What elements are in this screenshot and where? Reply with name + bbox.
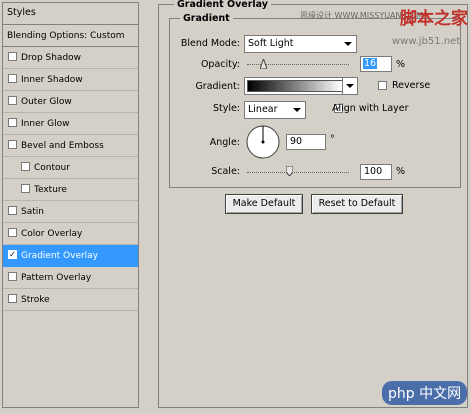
scale-slider-track[interactable] — [247, 172, 349, 173]
checkbox[interactable]: ✓ — [8, 250, 17, 259]
styles-header[interactable]: Styles — [3, 3, 138, 25]
angle-input[interactable]: 90 — [286, 134, 326, 150]
blend-mode-dropdown[interactable]: Soft Light — [244, 35, 357, 53]
sidebar-item-label: Inner Glow — [21, 119, 70, 129]
gradient-swatch[interactable] — [247, 80, 343, 92]
chevron-down-icon — [346, 84, 354, 88]
sidebar-item-gradient-overlay[interactable]: ✓ Gradient Overlay — [3, 245, 138, 267]
make-default-button[interactable]: Make Default — [225, 194, 303, 214]
checkbox[interactable] — [8, 96, 17, 105]
checkbox[interactable] — [21, 162, 30, 171]
subgroup-title: Gradient — [180, 13, 233, 24]
angle-value: 90 — [290, 136, 303, 147]
sidebar-item-bevel-and-emboss[interactable]: Bevel and Emboss — [3, 135, 138, 157]
styles-sidebar: Styles Blending Options: Custom Drop Sha… — [2, 2, 139, 408]
sidebar-item-label: Texture — [34, 185, 67, 195]
sidebar-item-satin[interactable]: Satin — [3, 201, 138, 223]
sidebar-item-texture[interactable]: Texture — [3, 179, 138, 201]
sidebar-item-inner-shadow[interactable]: Inner Shadow — [3, 69, 138, 91]
chevron-down-icon — [344, 42, 352, 46]
sidebar-item-label: Outer Glow — [21, 97, 72, 107]
sidebar-item-label: Gradient Overlay — [21, 251, 99, 261]
checkbox[interactable] — [8, 206, 17, 215]
reverse-label: Reverse — [392, 80, 431, 91]
opacity-slider-thumb[interactable] — [259, 59, 267, 69]
sidebar-item-label: Inner Shadow — [21, 75, 83, 85]
scale-unit: % — [396, 166, 406, 177]
gradient-label: Gradient: — [195, 81, 240, 92]
watermark-brand: 脚本之家 — [400, 9, 468, 29]
style-list: Drop Shadow Inner Shadow Outer Glow Inner G… — [3, 47, 138, 311]
angle-unit: ° — [330, 134, 335, 145]
style-value: Linear — [248, 104, 278, 115]
scale-value: 100 — [364, 166, 383, 177]
angle-label: Angle: — [209, 137, 240, 148]
checkbox[interactable] — [8, 140, 17, 149]
group-title: Gradient Overlay — [174, 0, 271, 10]
style-dropdown[interactable]: Linear — [244, 101, 306, 119]
gradient-dropdown-button[interactable] — [342, 78, 357, 94]
chevron-down-icon — [293, 108, 301, 112]
blend-mode-label: Blend Mode: — [180, 38, 240, 49]
checkbox[interactable] — [8, 118, 17, 127]
scale-input[interactable]: 100 — [360, 164, 392, 180]
sidebar-item-label: Color Overlay — [21, 229, 83, 239]
opacity-label: Opacity: — [200, 59, 240, 70]
sidebar-item-label: Pattern Overlay — [21, 273, 92, 283]
opacity-unit: % — [396, 59, 406, 70]
scale-label: Scale: — [211, 166, 240, 177]
sidebar-item-label: Stroke — [21, 295, 50, 305]
sidebar-item-stroke[interactable]: Stroke — [3, 289, 138, 311]
gradient-picker[interactable] — [244, 77, 358, 95]
sidebar-item-label: Contour — [34, 163, 70, 173]
sidebar-item-contour[interactable]: Contour — [3, 157, 138, 179]
checkbox[interactable] — [8, 74, 17, 83]
scale-slider-thumb[interactable] — [286, 166, 294, 176]
sidebar-item-color-overlay[interactable]: Color Overlay — [3, 223, 138, 245]
checkbox[interactable] — [21, 184, 30, 193]
checkbox[interactable] — [8, 272, 17, 281]
sidebar-item-outer-glow[interactable]: Outer Glow — [3, 91, 138, 113]
reverse-checkbox[interactable] — [378, 81, 387, 90]
sidebar-item-inner-glow[interactable]: Inner Glow — [3, 113, 138, 135]
sidebar-item-label: Bevel and Emboss — [21, 141, 104, 151]
checkbox[interactable] — [8, 294, 17, 303]
blending-options[interactable]: Blending Options: Custom — [3, 25, 138, 47]
angle-dial[interactable] — [245, 124, 281, 160]
sidebar-item-pattern-overlay[interactable]: Pattern Overlay — [3, 267, 138, 289]
reset-to-default-button[interactable]: Reset to Default — [311, 194, 403, 214]
sidebar-item-label: Drop Shadow — [21, 53, 82, 63]
align-with-layer-label: Align with Layer — [332, 103, 409, 114]
sidebar-item-drop-shadow[interactable]: Drop Shadow — [3, 47, 138, 69]
checkbox[interactable] — [8, 52, 17, 61]
watermark-url: www.jb51.net — [392, 36, 461, 47]
opacity-input[interactable]: 16 — [360, 56, 392, 72]
opacity-value: 16 — [363, 58, 378, 69]
watermark-bottom: php 中文网 — [382, 381, 468, 405]
blend-mode-value: Soft Light — [248, 38, 294, 49]
style-label: Style: — [212, 103, 240, 114]
sidebar-item-label: Satin — [21, 207, 44, 217]
checkbox[interactable] — [8, 228, 17, 237]
